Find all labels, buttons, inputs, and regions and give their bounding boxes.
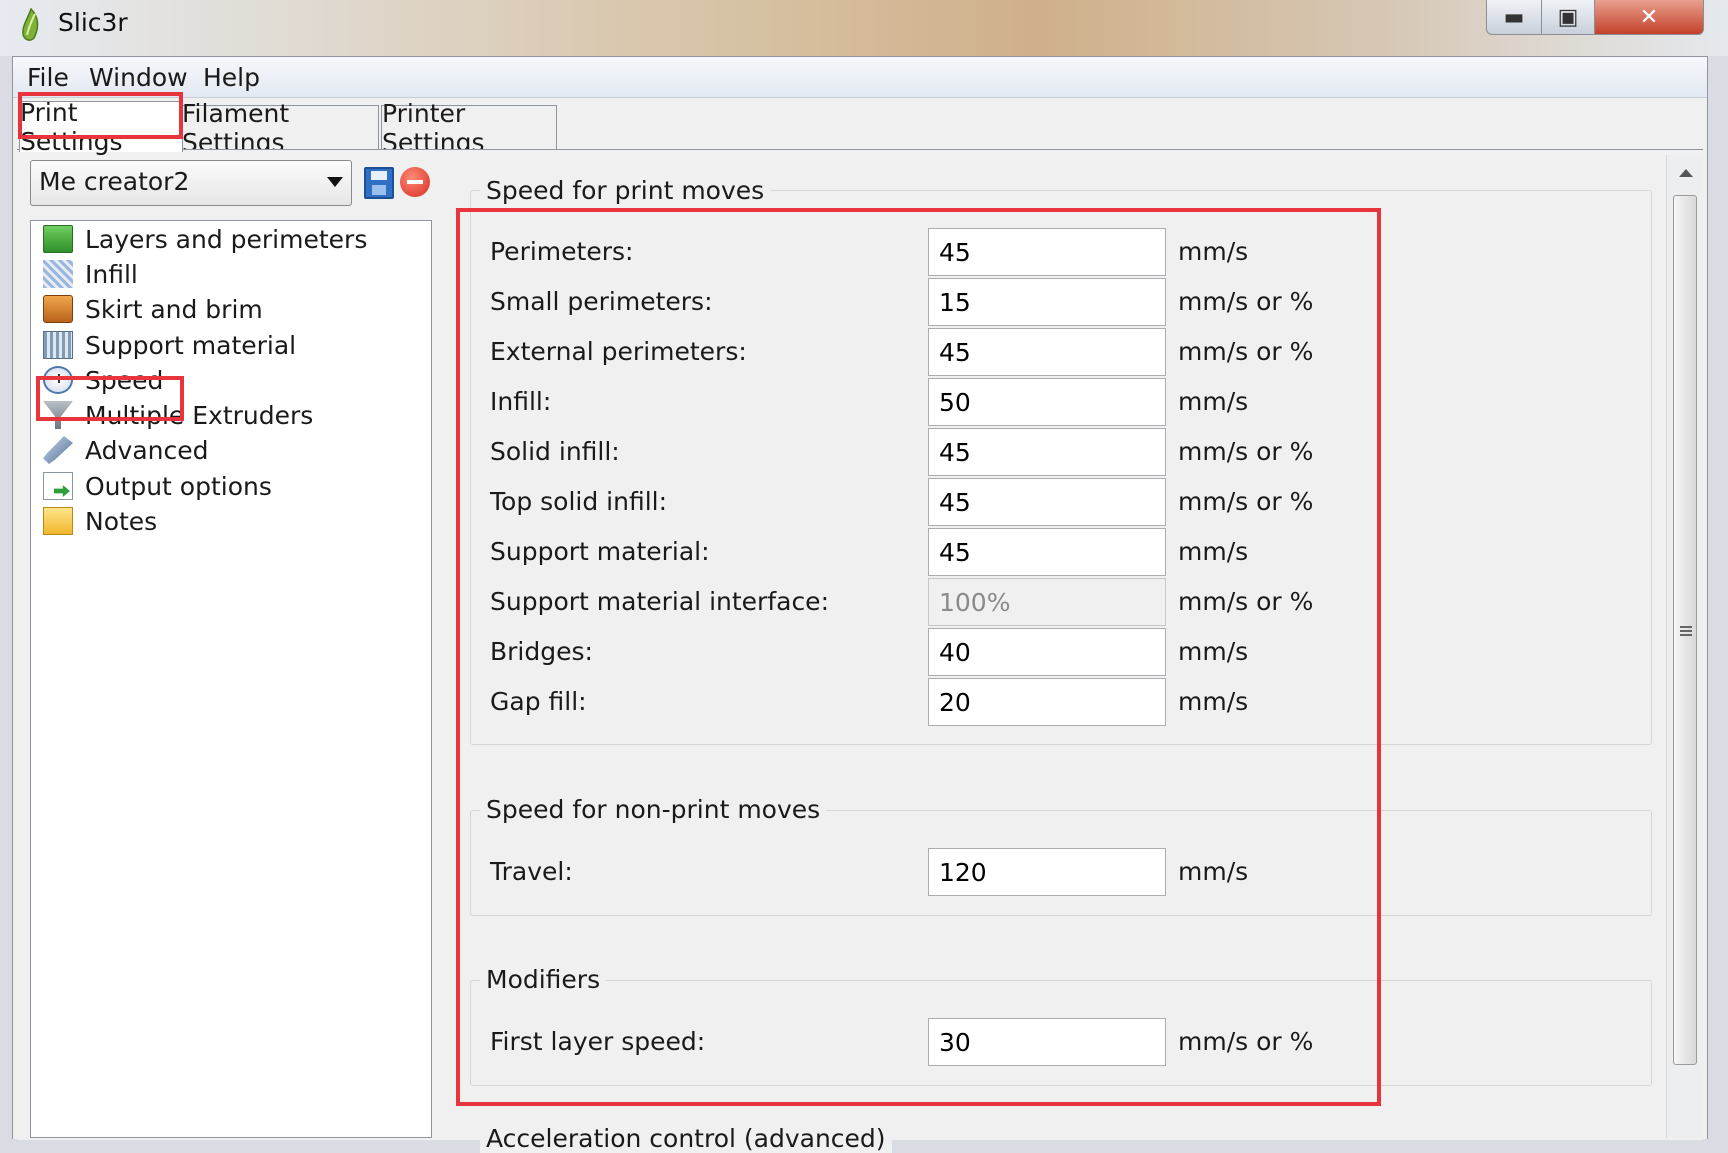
maximize-button[interactable]: ▣: [1541, 0, 1595, 35]
unit-perimeters: mm/s: [1178, 237, 1249, 266]
sidebar-item-label: Multiple Extruders: [85, 400, 314, 430]
unit-infill: mm/s: [1178, 387, 1249, 416]
support-material-input[interactable]: [928, 528, 1166, 576]
sidebar-item-label: Layers and perimeters: [85, 224, 368, 254]
scroll-up-arrow-icon[interactable]: [1679, 169, 1693, 177]
unit-bridges: mm/s: [1178, 637, 1249, 666]
content-scrollbar[interactable]: [1666, 155, 1703, 1138]
unit-travel: mm/s: [1178, 857, 1249, 886]
support-material-interface-input: [928, 578, 1166, 626]
perimeters-input[interactable]: [928, 228, 1166, 276]
group-title-print-moves: Speed for print moves: [480, 176, 771, 205]
output-icon: [43, 472, 73, 500]
sidebar-item-layers-and-perimeters[interactable]: Layers and perimeters: [43, 221, 367, 257]
sidebar-item-output-options[interactable]: Output options: [43, 468, 272, 504]
sidebar-item-label: Speed: [85, 365, 164, 395]
sidebar-item-label: Advanced: [85, 435, 209, 465]
window-title: Slic3r: [58, 8, 128, 37]
wrench-icon: [43, 436, 73, 464]
menu-bar: File Window Help: [13, 57, 1707, 98]
speed-icon: [43, 366, 73, 394]
extruder-icon: [43, 401, 73, 429]
minimize-button[interactable]: ▬: [1486, 0, 1542, 35]
group-title-acceleration: Acceleration control (advanced): [480, 1124, 892, 1153]
unit-gap-fill: mm/s: [1178, 687, 1249, 716]
label-small-perimeters: Small perimeters:: [490, 287, 713, 316]
small-perimeters-input[interactable]: [928, 278, 1166, 326]
travel-input[interactable]: [928, 848, 1166, 896]
first-layer-speed-input[interactable]: [928, 1018, 1166, 1066]
top-solid-infill-input[interactable]: [928, 478, 1166, 526]
preset-selected-value: Me creator2: [39, 167, 190, 196]
close-icon: ✕: [1639, 4, 1659, 30]
tab-filament-settings[interactable]: Filament Settings: [181, 99, 379, 157]
scroll-thumb[interactable]: [1673, 195, 1697, 1065]
sidebar-item-multiple-extruders[interactable]: Multiple Extruders: [43, 397, 313, 433]
sidebar-item-label: Notes: [85, 506, 158, 536]
group-title-non-print-moves: Speed for non-print moves: [480, 795, 827, 824]
infill-input[interactable]: [928, 378, 1166, 426]
group-title-modifiers: Modifiers: [480, 965, 607, 994]
menu-help[interactable]: Help: [203, 63, 260, 92]
slic3r-logo-icon: [22, 8, 39, 41]
label-perimeters: Perimeters:: [490, 237, 634, 266]
tab-printer-settings[interactable]: Printer Settings: [381, 99, 557, 157]
sidebar-item-infill[interactable]: Infill: [43, 256, 138, 292]
menu-window[interactable]: Window: [89, 63, 188, 92]
notes-icon: [43, 507, 73, 535]
external-perimeters-input[interactable]: [928, 328, 1166, 376]
minimize-icon: ▬: [1503, 4, 1525, 30]
support-icon: [43, 331, 73, 359]
close-button[interactable]: ✕: [1594, 0, 1704, 35]
sidebar-item-label: Skirt and brim: [85, 294, 263, 324]
infill-icon: [43, 260, 73, 288]
maximize-icon: ▣: [1557, 4, 1579, 30]
label-support-material: Support material:: [490, 537, 710, 566]
delete-preset-icon[interactable]: [400, 167, 430, 197]
bridges-input[interactable]: [928, 628, 1166, 676]
sidebar-item-label: Infill: [85, 259, 138, 289]
unit-support-material-interface: mm/s or %: [1178, 587, 1314, 616]
sidebar-item-label: Support material: [85, 330, 297, 360]
sidebar-item-support-material[interactable]: Support material: [43, 327, 296, 363]
label-bridges: Bridges:: [490, 637, 593, 666]
label-solid-infill: Solid infill:: [490, 437, 620, 466]
preset-dropdown[interactable]: Me creator2: [30, 160, 352, 206]
label-gap-fill: Gap fill:: [490, 687, 587, 716]
unit-small-perimeters: mm/s or %: [1178, 287, 1314, 316]
label-support-material-interface: Support material interface:: [490, 587, 829, 616]
sidebar-item-advanced[interactable]: Advanced: [43, 432, 209, 468]
settings-page-list: Layers and perimeters Infill Skirt and b…: [30, 220, 432, 1138]
unit-external-perimeters: mm/s or %: [1178, 337, 1314, 366]
unit-solid-infill: mm/s or %: [1178, 437, 1314, 466]
tab-print-settings[interactable]: Print Settings: [19, 98, 183, 156]
scroll-grip-icon: [1680, 626, 1692, 636]
label-external-perimeters: External perimeters:: [490, 337, 747, 366]
sidebar-item-speed[interactable]: Speed: [43, 362, 163, 398]
unit-first-layer-speed: mm/s or %: [1178, 1027, 1314, 1056]
unit-top-solid-infill: mm/s or %: [1178, 487, 1314, 516]
solid-infill-input[interactable]: [928, 428, 1166, 476]
skirt-icon: [43, 295, 73, 323]
unit-support-material: mm/s: [1178, 537, 1249, 566]
label-top-solid-infill: Top solid infill:: [490, 487, 668, 516]
save-preset-icon[interactable]: [364, 167, 394, 199]
layers-icon: [43, 225, 73, 253]
label-travel: Travel:: [490, 857, 573, 886]
sidebar-item-notes[interactable]: Notes: [43, 503, 157, 539]
chevron-down-icon: [327, 177, 343, 187]
label-infill: Infill:: [490, 387, 552, 416]
label-first-layer-speed: First layer speed:: [490, 1027, 706, 1056]
menu-file[interactable]: File: [27, 63, 69, 92]
sidebar-item-label: Output options: [85, 471, 272, 501]
sidebar-item-skirt-and-brim[interactable]: Skirt and brim: [43, 291, 263, 327]
title-bar: Slic3r ▬ ▣ ✕: [0, 0, 1728, 56]
gap-fill-input[interactable]: [928, 678, 1166, 726]
